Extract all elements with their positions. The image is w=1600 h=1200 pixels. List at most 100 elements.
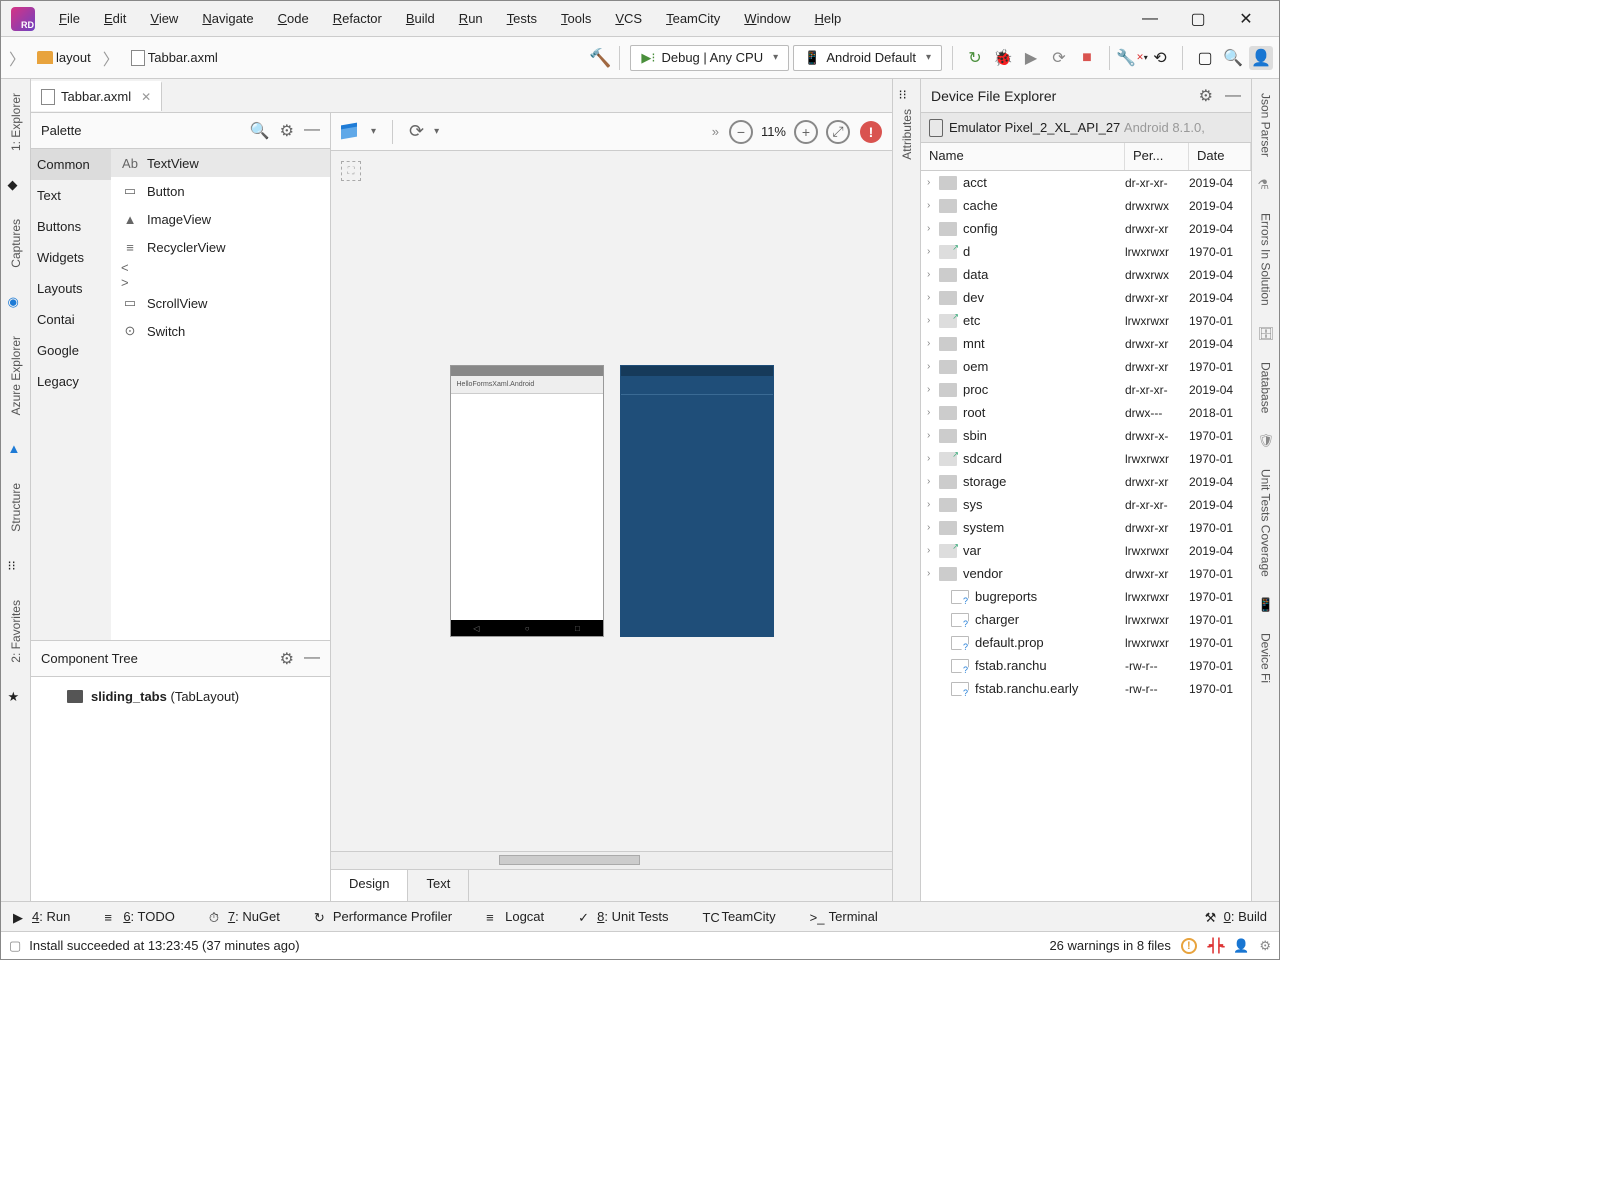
hector-icon[interactable]: 👤: [1233, 938, 1249, 954]
expand-icon[interactable]: ›: [927, 315, 939, 326]
palette-item[interactable]: ▭Button: [111, 177, 330, 205]
dfe-device-selector[interactable]: Emulator Pixel_2_XL_API_27 Android 8.1.0…: [921, 113, 1251, 143]
palette-category[interactable]: Legacy: [31, 366, 111, 397]
file-row[interactable]: ›varlrwxrwxr2019-04: [921, 539, 1251, 562]
palette-item[interactable]: AbTextView: [111, 149, 330, 177]
left-panel-azure[interactable]: Azure Explorer: [9, 330, 23, 421]
menu-navigate[interactable]: Navigate: [190, 5, 265, 32]
expand-icon[interactable]: ›: [927, 338, 939, 349]
attributes-panel-label[interactable]: Attributes: [900, 103, 914, 166]
file-row[interactable]: ›cachedrwxrwx2019-04: [921, 194, 1251, 217]
expand-icon[interactable]: ›: [927, 246, 939, 257]
sync-button[interactable]: ⟲: [1148, 46, 1172, 70]
close-tab-icon[interactable]: ✕: [141, 90, 151, 104]
palette-category[interactable]: Buttons: [31, 211, 111, 242]
horizontal-scrollbar[interactable]: [331, 851, 892, 869]
lock-icon[interactable]: -┥┝-: [1207, 938, 1223, 954]
menu-tools[interactable]: Tools: [549, 5, 603, 32]
menu-tests[interactable]: Tests: [495, 5, 549, 32]
right-panel-coverage[interactable]: Unit Tests Coverage: [1259, 463, 1273, 583]
right-panel-errors[interactable]: Errors In Solution: [1259, 207, 1273, 312]
menu-view[interactable]: View: [138, 5, 190, 32]
left-panel-explorer[interactable]: 1: Explorer: [9, 87, 23, 157]
minimize-icon[interactable]: —: [304, 121, 320, 141]
file-row[interactable]: fstab.ranchu-rw-r--1970-01: [921, 654, 1251, 677]
surface-select-button[interactable]: [341, 124, 361, 140]
azure-icon[interactable]: ▲: [8, 441, 24, 457]
file-row[interactable]: ›mntdrwxr-xr2019-04: [921, 332, 1251, 355]
col-permissions[interactable]: Per...: [1125, 143, 1189, 170]
toolwin-build[interactable]: ⚒0: Build: [1199, 906, 1273, 927]
file-row[interactable]: ›procdr-xr-xr-2019-04: [921, 378, 1251, 401]
expand-icon[interactable]: ›: [927, 177, 939, 188]
breadcrumb-layout[interactable]: layout: [31, 48, 97, 67]
palette-item[interactable]: < >: [111, 261, 330, 289]
file-row[interactable]: ›dlrwxrwxr1970-01: [921, 240, 1251, 263]
file-row[interactable]: ›devdrwxr-xr2019-04: [921, 286, 1251, 309]
expand-icon[interactable]: ›: [927, 361, 939, 372]
palette-category[interactable]: Text: [31, 180, 111, 211]
toolwin-todo[interactable]: ≡6: TODO: [98, 906, 181, 927]
expand-icon[interactable]: ›: [927, 269, 939, 280]
device-preview-light[interactable]: HelloFormsXaml.Android ◁○□: [450, 365, 604, 637]
debug-button[interactable]: 🐞: [991, 46, 1015, 70]
menu-window[interactable]: Window: [732, 5, 802, 32]
file-row[interactable]: ›storagedrwxr-xr2019-04: [921, 470, 1251, 493]
minimize-button[interactable]: —: [1141, 10, 1159, 28]
captures-icon[interactable]: ◉: [8, 294, 24, 310]
toolwin-terminal[interactable]: >_Terminal: [804, 906, 884, 927]
palette-category[interactable]: Widgets: [31, 242, 111, 273]
left-panel-captures[interactable]: Captures: [9, 213, 23, 274]
settings-icon[interactable]: ⚙: [280, 649, 294, 669]
search-icon[interactable]: 🔍: [250, 121, 270, 141]
breadcrumb-file[interactable]: Tabbar.axml: [125, 48, 224, 68]
expand-icon[interactable]: ›: [927, 476, 939, 487]
editor-tab[interactable]: Tabbar.axml ✕: [31, 81, 162, 111]
menu-run[interactable]: Run: [447, 5, 495, 32]
expand-icon[interactable]: ›: [927, 453, 939, 464]
status-icon[interactable]: ▢: [9, 938, 21, 954]
expand-icon[interactable]: ›: [927, 568, 939, 579]
profile-button[interactable]: ⟳: [1047, 46, 1071, 70]
file-row[interactable]: ›sysdr-xr-xr-2019-04: [921, 493, 1251, 516]
tree-item-sliding-tabs[interactable]: sliding_tabs (TabLayout): [43, 689, 318, 704]
dfe-file-list[interactable]: ›acctdr-xr-xr-2019-04›cachedrwxrwx2019-0…: [921, 171, 1251, 901]
expand-icon[interactable]: ›: [927, 200, 939, 211]
menu-refactor[interactable]: Refactor: [321, 5, 394, 32]
file-row[interactable]: ›configdrwxr-xr2019-04: [921, 217, 1251, 240]
right-panel-database[interactable]: Database: [1259, 356, 1273, 419]
col-date[interactable]: Date: [1189, 143, 1251, 170]
left-panel-structure[interactable]: Structure: [9, 477, 23, 538]
menu-edit[interactable]: Edit: [92, 5, 138, 32]
toolwin-logcat[interactable]: ≡Logcat: [480, 906, 550, 927]
expand-icon[interactable]: ›: [927, 430, 939, 441]
tab-text[interactable]: Text: [408, 870, 469, 901]
ide-settings-icon[interactable]: ⚙: [1259, 938, 1271, 954]
file-row[interactable]: ›etclrwxrwxr1970-01: [921, 309, 1251, 332]
redo-run-button[interactable]: ↻: [963, 46, 987, 70]
menu-teamcity[interactable]: TeamCity: [654, 5, 732, 32]
expand-icon[interactable]: ›: [927, 223, 939, 234]
orientation-button[interactable]: ⟳: [409, 121, 424, 142]
stop-button[interactable]: ■: [1075, 46, 1099, 70]
palette-category[interactable]: Contai: [31, 304, 111, 335]
structure-icon[interactable]: ⁝⁝: [8, 558, 24, 574]
file-row[interactable]: ›sbindrwxr-x-1970-01: [921, 424, 1251, 447]
warnings-text[interactable]: 26 warnings in 8 files: [1049, 938, 1170, 953]
expand-icon[interactable]: ›: [927, 499, 939, 510]
frame-dimension-icon[interactable]: ⛶: [341, 161, 361, 181]
expand-icon[interactable]: ›: [927, 522, 939, 533]
palette-item[interactable]: ▲ImageView: [111, 205, 330, 233]
maximize-button[interactable]: ▢: [1189, 10, 1207, 28]
file-row[interactable]: ›oemdrwxr-xr1970-01: [921, 355, 1251, 378]
coverage-icon[interactable]: 🛡: [1258, 433, 1274, 449]
menu-file[interactable]: File: [47, 5, 92, 32]
file-row[interactable]: ›rootdrwx---2018-01: [921, 401, 1251, 424]
zoom-fit-button[interactable]: ⤢: [826, 120, 850, 144]
file-row[interactable]: ›datadrwxrwx2019-04: [921, 263, 1251, 286]
toolwin-nuget[interactable]: ⏱7: NuGet: [203, 906, 286, 927]
search-everywhere-button[interactable]: 🔍: [1221, 46, 1245, 70]
warning-icon[interactable]: !: [1181, 938, 1197, 954]
toolwin-unittests[interactable]: ✓8: Unit Tests: [572, 906, 674, 927]
layout-editor-button[interactable]: ▢: [1193, 46, 1217, 70]
